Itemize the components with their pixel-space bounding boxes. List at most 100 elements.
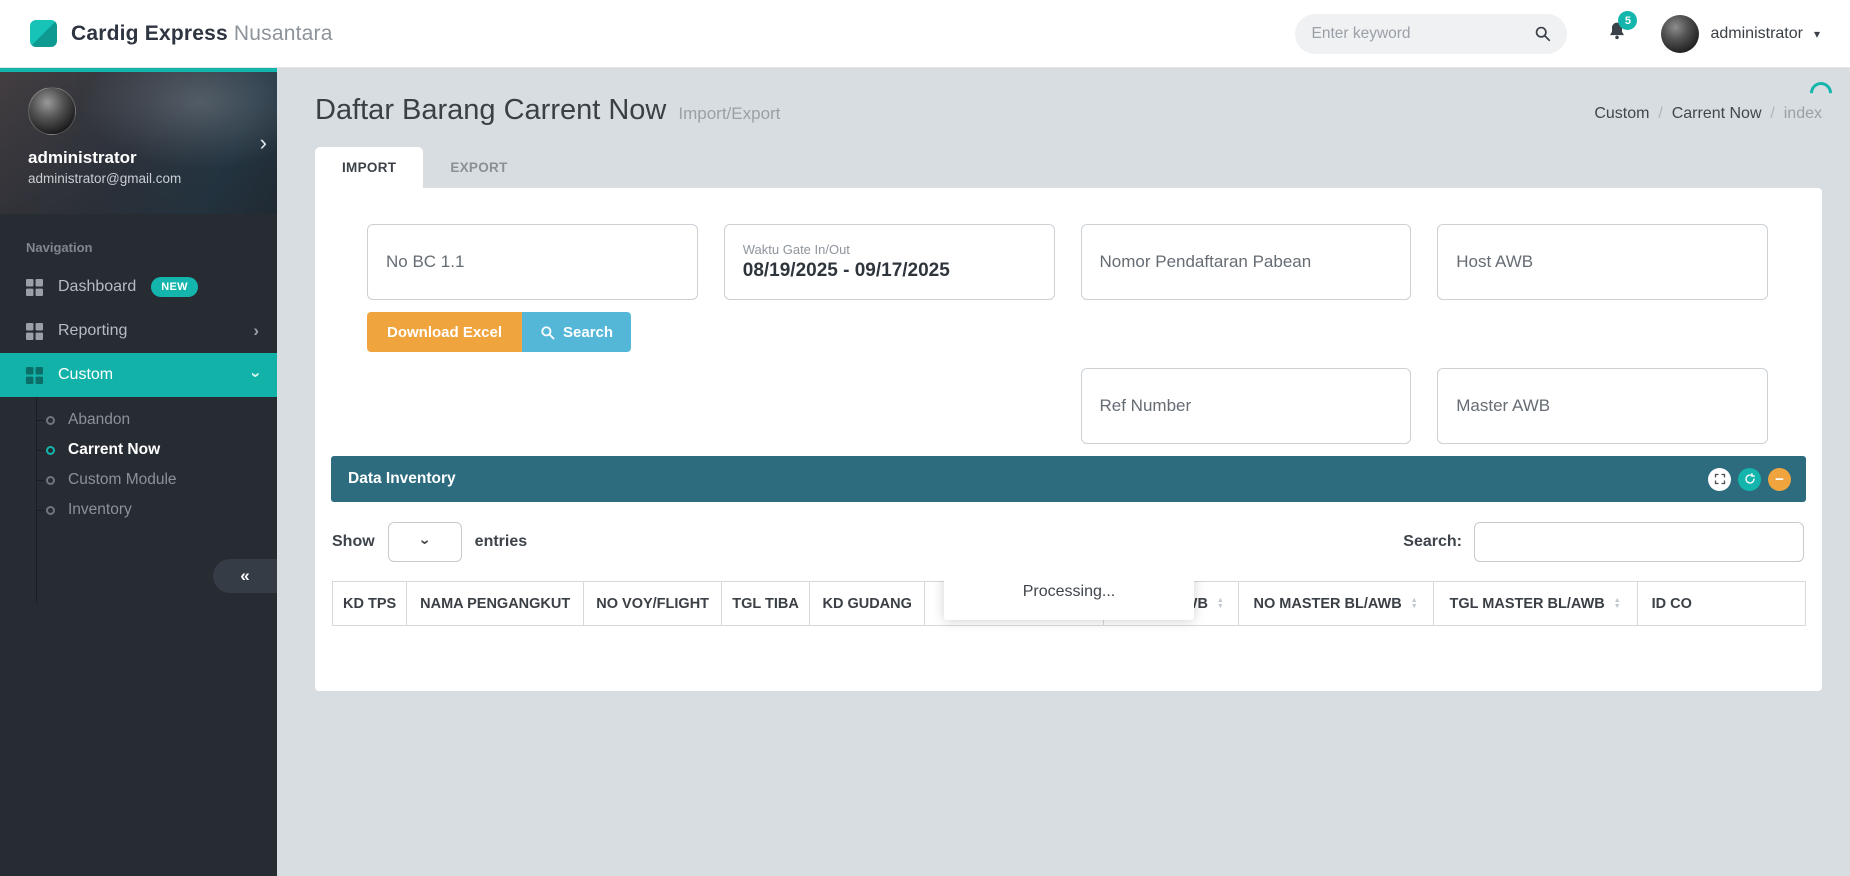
column-header-kd-gudang: KD GUDANG [809, 582, 924, 626]
column-header-kd-tps: KD TPS [333, 582, 407, 626]
sidebar-collapse-button[interactable]: « [213, 559, 277, 593]
sort-icon: ▲▼ [1217, 598, 1224, 610]
sidebar-item-label: Custom [58, 366, 238, 384]
master-awb-input[interactable] [1456, 396, 1749, 416]
page-title: Daftar Barang Carrent Now [315, 94, 666, 127]
search-icon[interactable] [1534, 25, 1551, 42]
sidebar-subitem-inventory[interactable]: Inventory [0, 495, 277, 525]
column-header-nama-pengangkut: NAMA PENGANGKUT [407, 582, 584, 626]
bullet-icon [46, 446, 55, 455]
chevron-down-icon: › [416, 539, 434, 544]
grid-icon [26, 367, 43, 384]
tab-export[interactable]: EXPORT [423, 147, 534, 188]
caret-down-icon: ▾ [1814, 27, 1820, 41]
waktu-gate-value: 08/19/2025 - 09/17/2025 [743, 260, 1036, 282]
keyword-search-input[interactable] [1311, 25, 1534, 43]
brand-logo-icon [30, 20, 57, 47]
column-header-no-voy-flight: NO VOY/FLIGHT [584, 582, 722, 626]
grid-icon [26, 279, 43, 296]
host-awb-field [1437, 224, 1768, 300]
waktu-gate-label: Waktu Gate In/Out [743, 242, 1036, 257]
app-header: Cardig Express Nusantara 5 administrator… [0, 0, 1850, 68]
collapse-panel-button[interactable]: − [1768, 468, 1791, 491]
notification-badge: 5 [1618, 11, 1637, 30]
sidebar-item-dashboard[interactable]: Dashboard NEW [0, 265, 277, 309]
tab-bar: IMPORT EXPORT [315, 147, 1822, 188]
main-content: Daftar Barang Carrent Now Import/Export … [277, 68, 1850, 876]
subitem-label: Abandon [68, 411, 130, 429]
entries-label: entries [475, 533, 527, 551]
datatable-container: KD TPS NAMA PENGANGKUT NO VOY/FLIGHT TGL… [332, 581, 1806, 743]
brand-title-bold: Cardig Express [71, 22, 228, 45]
column-header-tgl-master-bl-awb[interactable]: TGL MASTER BL/AWB▲▼ [1433, 582, 1637, 626]
search-button[interactable]: Search [522, 312, 631, 352]
sidebar-subitem-abandon[interactable]: Abandon [0, 405, 277, 435]
subitem-label: Carrent Now [68, 441, 160, 459]
new-badge: NEW [151, 277, 198, 297]
subitem-label: Inventory [68, 501, 132, 519]
bullet-icon [46, 506, 55, 515]
user-name: administrator [1710, 25, 1802, 43]
sidebar-item-custom[interactable]: Custom › [0, 353, 277, 397]
column-header-no-master-bl-awb[interactable]: NO MASTER BL/AWB ▲▼ [1238, 582, 1433, 626]
minus-icon: − [1775, 472, 1784, 487]
chevron-down-icon: › [246, 372, 266, 378]
download-excel-button[interactable]: Download Excel [367, 312, 522, 352]
table-search-label: Search: [1403, 533, 1462, 551]
nomor-pendaftaran-input[interactable] [1100, 252, 1393, 272]
brand-title: Cardig Express Nusantara [71, 22, 333, 46]
no-bc-input[interactable] [386, 252, 679, 272]
custom-submenu: Abandon Carrent Now Custom Module Invent… [0, 397, 277, 529]
keyword-search [1295, 14, 1567, 54]
sidebar-item-label: Dashboard [58, 278, 136, 296]
notification-bell[interactable]: 5 [1607, 20, 1627, 47]
nomor-pendaftaran-field [1081, 224, 1412, 300]
column-label: NO MASTER BL/AWB [1254, 596, 1402, 612]
profile-card: administrator administrator@gmail.com › [0, 72, 277, 214]
user-menu[interactable]: administrator ▾ [1661, 15, 1820, 53]
column-header-tgl-tiba: TGL TIBA [722, 582, 810, 626]
breadcrumb-item-index: index [1784, 105, 1822, 122]
sort-icon: ▲▼ [1411, 598, 1418, 610]
filter-form: Download Excel Search Waktu Gate In/Out … [315, 188, 1822, 444]
ref-number-input[interactable] [1100, 396, 1393, 416]
ref-number-field [1081, 368, 1412, 444]
chevron-right-icon: › [253, 321, 259, 341]
grid-icon [26, 323, 43, 340]
sidebar: administrator administrator@gmail.com › … [0, 68, 277, 876]
column-header-id-co[interactable]: ID CO [1637, 582, 1805, 626]
table-search-input[interactable] [1474, 522, 1804, 562]
profile-name: administrator [28, 148, 249, 168]
tab-import[interactable]: IMPORT [315, 147, 423, 188]
profile-avatar [28, 87, 76, 135]
host-awb-input[interactable] [1456, 252, 1749, 272]
profile-email: administrator@gmail.com [28, 171, 249, 186]
expand-button[interactable] [1708, 468, 1731, 491]
show-label: Show [332, 533, 375, 551]
subitem-label: Custom Module [68, 471, 177, 489]
entries-select[interactable]: › [388, 522, 462, 562]
panel-title: Data Inventory [348, 470, 456, 488]
sidebar-item-label: Reporting [58, 322, 238, 340]
sidebar-subitem-carrent-now[interactable]: Carrent Now [0, 435, 277, 465]
profile-chevron-icon[interactable]: › [260, 130, 267, 156]
master-awb-field [1437, 368, 1768, 444]
breadcrumb: CustomCarrent Nowindex [1594, 105, 1822, 127]
refresh-icon [1744, 473, 1756, 485]
processing-overlay: Processing... [944, 581, 1194, 620]
search-button-label: Search [563, 324, 613, 341]
column-label: TGL MASTER BL/AWB [1450, 596, 1605, 612]
data-inventory-header: Data Inventory − [331, 456, 1806, 502]
sidebar-item-reporting[interactable]: Reporting › [0, 309, 277, 353]
nav-section-label: Navigation [26, 240, 277, 255]
waktu-gate-field[interactable]: Waktu Gate In/Out 08/19/2025 - 09/17/202… [724, 224, 1055, 300]
brand-title-light: Nusantara [234, 22, 333, 45]
brand: Cardig Express Nusantara [30, 20, 333, 47]
page-subtitle: Import/Export [678, 104, 780, 124]
breadcrumb-item-carrent-now[interactable]: Carrent Now [1672, 105, 1784, 122]
sidebar-subitem-custom-module[interactable]: Custom Module [0, 465, 277, 495]
expand-icon [1714, 473, 1726, 485]
breadcrumb-item-custom[interactable]: Custom [1594, 105, 1671, 122]
search-icon [540, 325, 555, 340]
refresh-button[interactable] [1738, 468, 1761, 491]
